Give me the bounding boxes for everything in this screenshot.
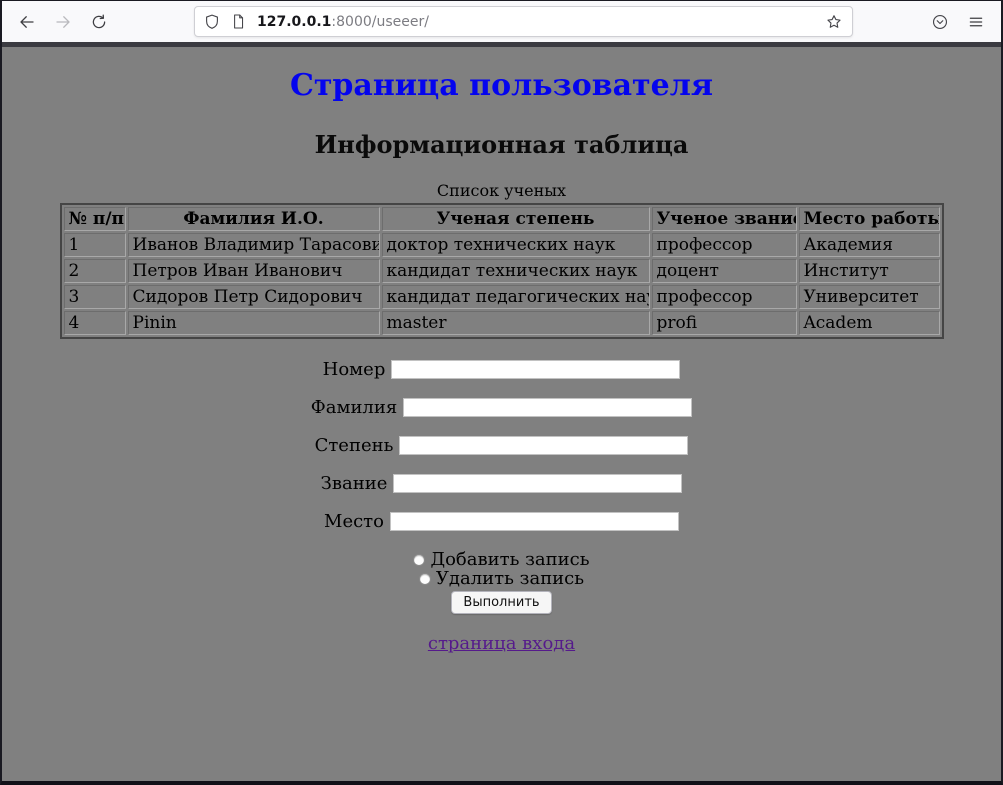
radio-add-label: Добавить запись xyxy=(430,549,589,570)
rank-label: Звание xyxy=(321,473,388,494)
cell-degree: master xyxy=(382,311,650,335)
table-header-row: № п/п Фамилия И.О. Ученая степень Ученое… xyxy=(64,207,940,231)
scientists-table: № п/п Фамилия И.О. Ученая степень Ученое… xyxy=(60,203,944,339)
login-page-link[interactable]: страница входа xyxy=(428,633,575,654)
page-title: Страница пользователя xyxy=(2,68,1001,103)
place-label: Место xyxy=(324,511,384,532)
table-caption: Список ученых xyxy=(2,181,1001,200)
menu-icon xyxy=(967,13,985,31)
reload-icon xyxy=(90,13,108,31)
cell-degree: кандидат педагогических наук xyxy=(382,285,650,309)
execute-button[interactable]: Выполнить xyxy=(451,591,551,614)
number-input[interactable] xyxy=(391,360,680,379)
submit-row: Выполнить xyxy=(2,591,1001,614)
cell-place: Academ xyxy=(799,311,940,335)
form-row-number: Номер xyxy=(2,360,1001,379)
back-icon xyxy=(18,13,36,31)
cell-rank: доцент xyxy=(652,259,797,283)
col-header-number: № п/п xyxy=(64,207,126,231)
degree-label: Степень xyxy=(315,435,394,456)
url-host: 127.0.0.1 xyxy=(257,14,331,30)
page-subtitle: Информационная таблица xyxy=(2,130,1001,159)
browser-window: 127.0.0.1:8000/useeer/ Страница пользова… xyxy=(0,0,1003,785)
cell-surname: Иванов Владимир Тарасович xyxy=(128,233,380,257)
bookmark-button[interactable] xyxy=(824,12,844,32)
url-bar[interactable]: 127.0.0.1:8000/useeer/ xyxy=(194,6,853,37)
cell-place: Институт xyxy=(799,259,940,283)
form-row-surname: Фамилия xyxy=(2,398,1001,417)
cell-number: 1 xyxy=(64,233,126,257)
place-input[interactable] xyxy=(390,512,679,531)
cell-degree: кандидат технических наук xyxy=(382,259,650,283)
forward-icon xyxy=(54,13,72,31)
table-row: 3 Сидоров Петр Сидорович кандидат педаго… xyxy=(64,285,940,309)
cell-number: 2 xyxy=(64,259,126,283)
forward-button[interactable] xyxy=(48,7,78,37)
cell-degree: доктор технических наук xyxy=(382,233,650,257)
surname-label: Фамилия xyxy=(311,397,397,418)
form-row-degree: Степень xyxy=(2,436,1001,455)
shield-icon[interactable] xyxy=(203,13,221,31)
cell-surname: Pinin xyxy=(128,311,380,335)
form-row-place: Место xyxy=(2,512,1001,531)
table-row: 2 Петров Иван Иванович кандидат техничес… xyxy=(64,259,940,283)
url-text[interactable]: 127.0.0.1:8000/useeer/ xyxy=(257,14,824,30)
record-form: Номер Фамилия Степень Звание Место xyxy=(2,360,1001,614)
browser-toolbar: 127.0.0.1:8000/useeer/ xyxy=(2,1,1001,42)
col-header-surname: Фамилия И.О. xyxy=(128,207,380,231)
cell-number: 3 xyxy=(64,285,126,309)
degree-input[interactable] xyxy=(399,436,688,455)
radio-delete-record[interactable]: Удалить запись xyxy=(2,569,1001,588)
cell-surname: Сидоров Петр Сидорович xyxy=(128,285,380,309)
radio-delete-icon[interactable] xyxy=(419,573,431,585)
login-link-row: страница входа xyxy=(2,633,1001,654)
cell-rank: профессор xyxy=(652,233,797,257)
page-content: Страница пользователя Информационная таб… xyxy=(2,47,1001,781)
cell-rank: profi xyxy=(652,311,797,335)
table-row: 4 Pinin master profi Academ xyxy=(64,311,940,335)
col-header-degree: Ученая степень xyxy=(382,207,650,231)
pocket-button[interactable] xyxy=(925,7,955,37)
radio-delete-label: Удалить запись xyxy=(436,568,584,589)
cell-place: Академия xyxy=(799,233,940,257)
cell-place: Университет xyxy=(799,285,940,309)
radio-add-record[interactable]: Добавить запись xyxy=(2,550,1001,569)
cell-surname: Петров Иван Иванович xyxy=(128,259,380,283)
rank-input[interactable] xyxy=(393,474,682,493)
surname-input[interactable] xyxy=(403,398,692,417)
page-info-icon[interactable] xyxy=(230,13,248,31)
table-row: 1 Иванов Владимир Тарасович доктор техни… xyxy=(64,233,940,257)
form-row-rank: Звание xyxy=(2,474,1001,493)
cell-number: 4 xyxy=(64,311,126,335)
back-button[interactable] xyxy=(12,7,42,37)
bookmark-star-icon xyxy=(825,13,843,31)
url-path: :8000/useeer/ xyxy=(331,14,429,30)
col-header-place: Место работы xyxy=(799,207,940,231)
number-label: Номер xyxy=(323,359,386,380)
reload-button[interactable] xyxy=(84,7,114,37)
col-header-rank: Ученое звание xyxy=(652,207,797,231)
menu-button[interactable] xyxy=(961,7,991,37)
cell-rank: профессор xyxy=(652,285,797,309)
radio-add-icon[interactable] xyxy=(413,554,425,566)
pocket-icon xyxy=(931,13,949,31)
